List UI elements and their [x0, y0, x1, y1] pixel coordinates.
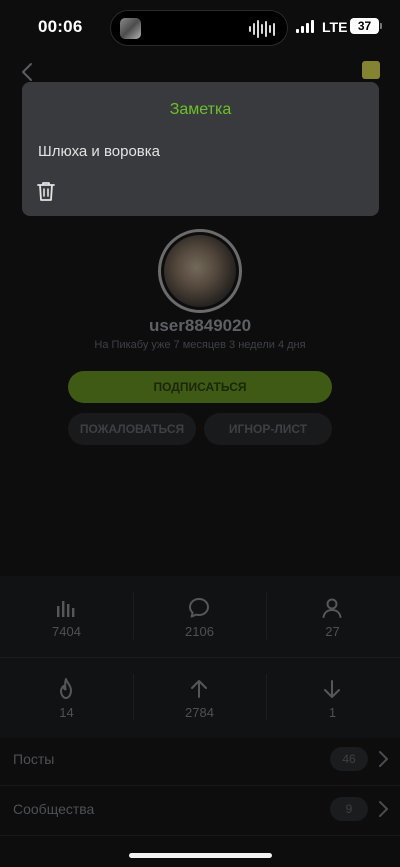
note-popup: Заметка Шлюха и воровка: [22, 82, 379, 216]
trash-icon[interactable]: [36, 180, 56, 202]
audio-waveform-icon: [249, 19, 275, 39]
report-button[interactable]: ПОЖАЛОВАТЬСЯ: [68, 413, 196, 445]
note-text[interactable]: Шлюха и воровка: [38, 143, 160, 160]
stat-rating[interactable]: 7404: [0, 576, 133, 656]
username: user8849020: [148, 316, 252, 335]
now-playing-thumbnail: [120, 18, 141, 39]
battery-icon: 37: [350, 18, 382, 34]
arrow-up-icon: [191, 680, 207, 698]
stats-grid: 7404 2106 27 14 2784 1: [0, 576, 400, 738]
list-item-communities[interactable]: Сообщества 9: [0, 785, 400, 835]
stat-comments[interactable]: 2106: [133, 576, 266, 656]
home-indicator[interactable]: [129, 853, 272, 858]
stat-value: 1: [328, 705, 337, 720]
stat-hot[interactable]: 14: [0, 657, 133, 737]
person-icon: [322, 598, 342, 618]
status-bar: 00:06 LTE 37: [0, 0, 400, 54]
fire-icon: [60, 678, 72, 699]
dynamic-island[interactable]: [110, 10, 288, 46]
count-badge: 9: [330, 797, 368, 821]
stat-value: 2106: [185, 624, 214, 639]
member-since: На Пикабу уже 7 месяцев 3 недели 4 дня: [94, 339, 306, 351]
profile-screen: 00:06 LTE 37 user8849020 На Пикабу уже 7…: [0, 0, 400, 867]
list-item-label: Сообщества: [13, 801, 95, 817]
stat-value: 27: [325, 624, 340, 639]
chevron-right-icon: [379, 801, 388, 817]
count-badge: 46: [330, 747, 368, 771]
avatar: [158, 229, 242, 313]
avatar-image: [164, 235, 236, 307]
stat-value: 7404: [52, 624, 81, 639]
note-title: Заметка: [169, 101, 232, 118]
bar-chart-icon: [57, 601, 75, 617]
back-chevron-icon[interactable]: [16, 60, 40, 84]
stat-minuses[interactable]: 1: [266, 657, 399, 737]
stat-value: 14: [59, 705, 74, 720]
note-badge-icon[interactable]: [362, 61, 380, 79]
stat-subscribers[interactable]: 27: [266, 576, 399, 656]
arrow-down-icon: [324, 680, 340, 698]
signal-icon: [296, 20, 314, 33]
stat-value: 2784: [185, 705, 214, 720]
stat-pluses[interactable]: 2784: [133, 657, 266, 737]
chevron-right-icon: [379, 751, 388, 767]
network-type: LTE: [322, 19, 348, 35]
status-time: 00:06: [38, 17, 83, 36]
subscribe-button[interactable]: ПОДПИСАТЬСЯ: [68, 371, 332, 403]
comment-icon: [189, 598, 209, 618]
list-item-label: Посты: [13, 751, 55, 767]
ignore-list-button[interactable]: ИГНОР-ЛИСТ: [204, 413, 332, 445]
list-item-posts[interactable]: Посты 46: [0, 735, 400, 785]
divider: [0, 835, 400, 836]
